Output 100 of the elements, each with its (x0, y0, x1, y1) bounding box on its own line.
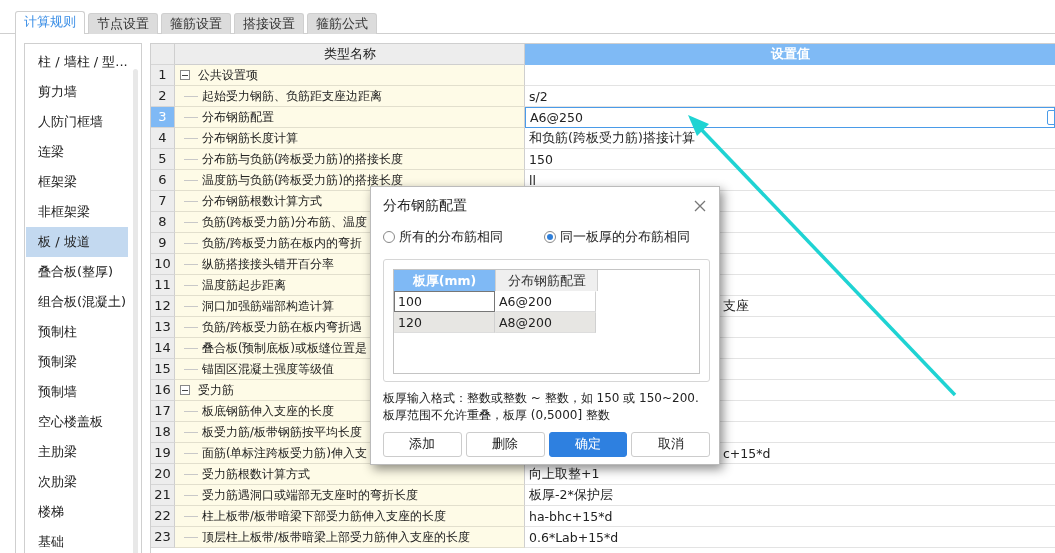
row-number: 17 (151, 401, 175, 422)
row-number: 7 (151, 191, 175, 212)
cell-value: s/2 (529, 88, 548, 104)
row-number: 21 (151, 485, 175, 506)
row-number: 15 (151, 359, 175, 380)
sidebar-item[interactable]: 板 / 坡道 (26, 227, 128, 257)
row-label: 温度筋与负筋(跨板受力筋)的搭接长度 (202, 172, 403, 188)
sidebar-item[interactable]: 预制柱 (26, 317, 128, 347)
row-number: 9 (151, 233, 175, 254)
tab[interactable]: 箍筋公式 (307, 13, 377, 34)
row-label: 起始受力钢筋、负筋距支座边距离 (202, 88, 382, 104)
tab[interactable]: 搭接设置 (234, 13, 304, 34)
tab[interactable]: 箍筋设置 (161, 13, 231, 34)
cell-value: A6@250 (530, 110, 583, 125)
row-number: 2 (151, 86, 175, 107)
tab[interactable]: 计算规则 (15, 11, 85, 34)
column-header[interactable]: 分布钢筋配置 (496, 270, 598, 291)
sidebar-item[interactable]: 连梁 (26, 137, 128, 167)
row-number: 18 (151, 422, 175, 443)
row-number: 14 (151, 338, 175, 359)
row-label: 受力筋 (198, 382, 234, 398)
value-cell[interactable]: A6@250 (525, 107, 1055, 128)
cell-value: c+15*d (723, 445, 771, 461)
sidebar-item[interactable]: 预制梁 (26, 347, 128, 377)
value-cell[interactable]: 向上取整+1 (525, 464, 1055, 485)
dialog-title: 分布钢筋配置 (383, 197, 467, 215)
row-number: 4 (151, 128, 175, 149)
dialog-button[interactable]: 取消 (631, 432, 710, 457)
sidebar-item[interactable]: 组合板(混凝土) (26, 287, 128, 317)
row-label: 负筋(跨板受力筋)分布筋、温度 (202, 214, 367, 230)
row-number: 11 (151, 275, 175, 296)
grid-cell[interactable]: A8@200 (495, 312, 596, 333)
dialog-button[interactable]: 删除 (465, 432, 545, 457)
sidebar-item[interactable]: 主肋梁 (26, 437, 128, 467)
row-label: 面筋(单标注跨板受力筋)伸入支 (202, 445, 367, 461)
row-number: 6 (151, 170, 175, 191)
row-label: 纵筋搭接接头错开百分率 (202, 256, 334, 272)
row-label: 分布钢筋长度计算 (202, 130, 298, 146)
row-number: 23 (151, 527, 175, 548)
row-label: 顶层柱上板带/板带暗梁上部受力筋伸入支座的长度 (202, 529, 470, 545)
radio-option[interactable]: 同一板厚的分布筋相同 (544, 228, 690, 246)
value-cell[interactable]: 和负筋(跨板受力筋)搭接计算 (525, 128, 1055, 149)
grid-cell[interactable]: A6@200 (495, 291, 596, 312)
cell-value: 150 (529, 151, 553, 167)
row-label: 分布筋与负筋(跨板受力筋)的搭接长度 (202, 151, 403, 167)
cell-value: ll (529, 172, 536, 188)
radio-option[interactable]: 所有的分布筋相同 (383, 228, 503, 246)
sidebar-item[interactable]: 人防门框墙 (26, 107, 128, 137)
format-note: 板厚范围不允许重叠，板厚 (0,5000] 整数 (383, 407, 611, 423)
row-number: 1 (151, 65, 175, 86)
sidebar-item[interactable]: 楼梯 (26, 497, 128, 527)
row-number: 19 (151, 443, 175, 464)
row-number: 16 (151, 380, 175, 401)
row-label: 柱上板带/板带暗梁下部受力筋伸入支座的长度 (202, 508, 446, 524)
row-label: 公共设置项 (198, 67, 258, 83)
row-label: 受力筋根数计算方式 (202, 466, 310, 482)
row-label: 叠合板(预制底板)或板缝位置是 (202, 340, 367, 356)
sidebar-item[interactable]: 剪力墙 (26, 77, 128, 107)
row-number: 3 (151, 107, 175, 128)
cell-value: 和负筋(跨板受力筋)搭接计算 (529, 129, 695, 147)
row-label: 温度筋起步距离 (202, 277, 286, 293)
row-label: 受力筋遇洞口或端部无支座时的弯折长度 (202, 487, 418, 503)
row-number: 22 (151, 506, 175, 527)
column-header: 设置值 (525, 44, 1055, 65)
row-number: 10 (151, 254, 175, 275)
close-icon[interactable] (694, 200, 706, 212)
grid-cell[interactable]: 100 (394, 291, 495, 312)
row-number: 8 (151, 212, 175, 233)
sidebar-item[interactable]: 基础 (26, 527, 128, 553)
row-label: 板受力筋/板带钢筋按平均长度 (202, 424, 362, 440)
format-note: 板厚输入格式：整数或整数 ~ 整数，如 150 或 150~200. (383, 390, 700, 406)
cell-value: 支座 (723, 297, 749, 315)
more-icon[interactable] (1047, 110, 1055, 125)
sidebar-item[interactable]: 叠合板(整厚) (26, 257, 128, 287)
row-number: 5 (151, 149, 175, 170)
row-label: 分布钢筋根数计算方式 (202, 193, 322, 209)
sidebar-item[interactable]: 预制墙 (26, 377, 128, 407)
cell-value: 向上取整+1 (529, 465, 600, 483)
row-label: 分布钢筋配置 (202, 109, 274, 125)
sidebar-item[interactable]: 非框架梁 (26, 197, 128, 227)
row-label: 洞口加强筋端部构造计算 (202, 298, 334, 314)
row-number: 13 (151, 317, 175, 338)
grid-cell[interactable]: 120 (394, 312, 495, 333)
dialog-button[interactable]: 确定 (548, 432, 628, 457)
collapse-icon[interactable] (180, 70, 190, 80)
sidebar-item[interactable]: 柱 / 墙柱 / 型... (26, 47, 128, 77)
sidebar-item[interactable]: 空心楼盖板 (26, 407, 128, 437)
row-label: 板底钢筋伸入支座的长度 (202, 403, 334, 419)
row-label: 负筋/跨板受力筋在板内的弯折 (202, 235, 362, 251)
cell-value: 0.6*Lab+15*d (529, 529, 619, 545)
sidebar-item[interactable]: 次肋梁 (26, 467, 128, 497)
sidebar-item[interactable]: 框架梁 (26, 167, 128, 197)
value-cell[interactable]: 板厚-2*保护层 (525, 485, 1055, 506)
cell-value: ha-bhc+15*d (529, 508, 613, 524)
dialog-button[interactable]: 添加 (383, 432, 462, 457)
collapse-icon[interactable] (180, 385, 190, 395)
row-label: 负筋/跨板受力筋在板内弯折遇 (202, 319, 362, 335)
tab[interactable]: 节点设置 (88, 13, 158, 34)
row-number: 20 (151, 464, 175, 485)
column-header: 类型名称 (175, 44, 525, 65)
